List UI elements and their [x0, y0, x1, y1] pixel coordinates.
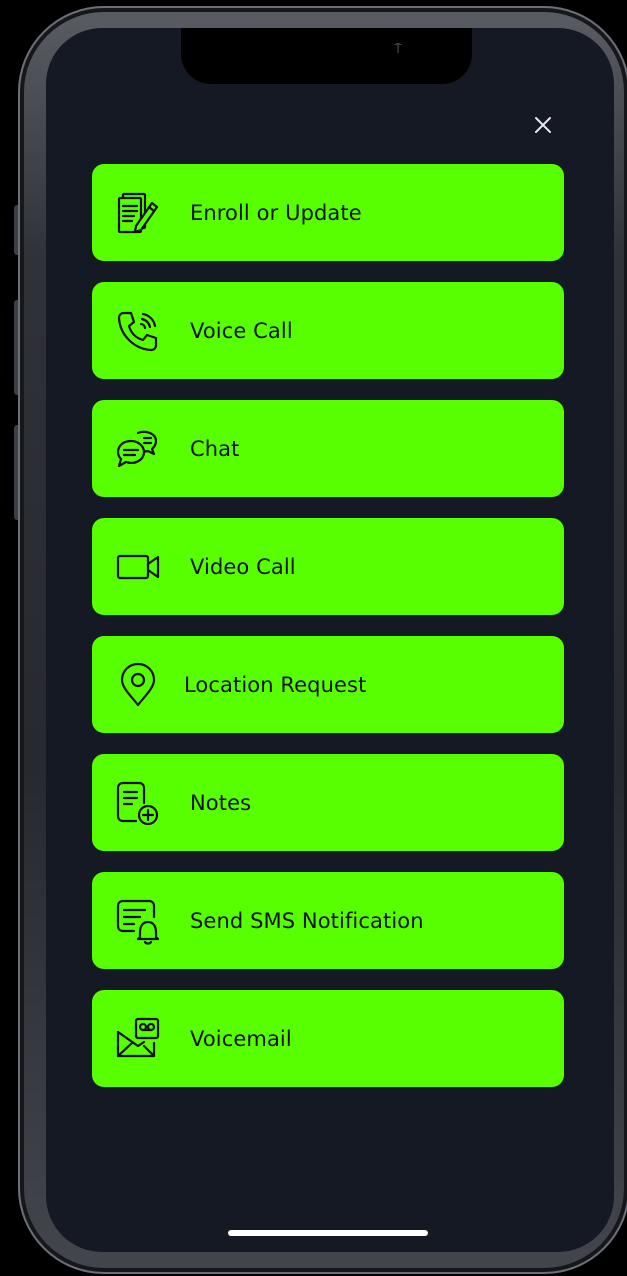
menu-item-label: Send SMS Notification [190, 908, 424, 933]
menu-item-chat[interactable]: Chat [92, 400, 564, 497]
notch-indicator: ⍑ [394, 42, 402, 57]
menu-item-label: Location Request [184, 672, 367, 697]
menu-item-voice-call[interactable]: Voice Call [92, 282, 564, 379]
menu-item-location-request[interactable]: Location Request [92, 636, 564, 733]
menu-item-notes[interactable]: Notes [92, 754, 564, 851]
notch: ⍑ [181, 28, 472, 84]
home-indicator[interactable] [228, 1230, 428, 1236]
menu-item-send-sms-notification[interactable]: Send SMS Notification [92, 872, 564, 969]
note-add-icon [112, 777, 164, 829]
menu-item-label: Voice Call [190, 318, 293, 343]
menu-item-enroll-or-update[interactable]: Enroll or Update [92, 164, 564, 261]
menu-item-video-call[interactable]: Video Call [92, 518, 564, 615]
menu-item-label: Video Call [190, 554, 296, 579]
menu-item-label: Chat [190, 436, 240, 461]
sms-bell-icon [112, 895, 164, 947]
device-stage: ⍑ Enroll or Update Voice Call Chat Video… [0, 0, 627, 1276]
menu-item-label: Enroll or Update [190, 200, 362, 225]
voicemail-envelope-icon [112, 1013, 164, 1065]
phone-screen: ⍑ Enroll or Update Voice Call Chat Video… [46, 28, 614, 1252]
close-button[interactable] [528, 110, 558, 140]
action-menu: Enroll or Update Voice Call Chat Video C… [92, 164, 564, 1108]
phone-call-icon [112, 305, 164, 357]
menu-item-label: Notes [190, 790, 252, 815]
video-camera-icon [112, 541, 164, 593]
enroll-document-pencil-icon [112, 187, 164, 239]
menu-item-label: Voicemail [190, 1026, 292, 1051]
chat-bubbles-icon [112, 423, 164, 475]
menu-item-voicemail[interactable]: Voicemail [92, 990, 564, 1087]
close-icon [534, 116, 552, 134]
location-pin-icon [112, 659, 164, 711]
